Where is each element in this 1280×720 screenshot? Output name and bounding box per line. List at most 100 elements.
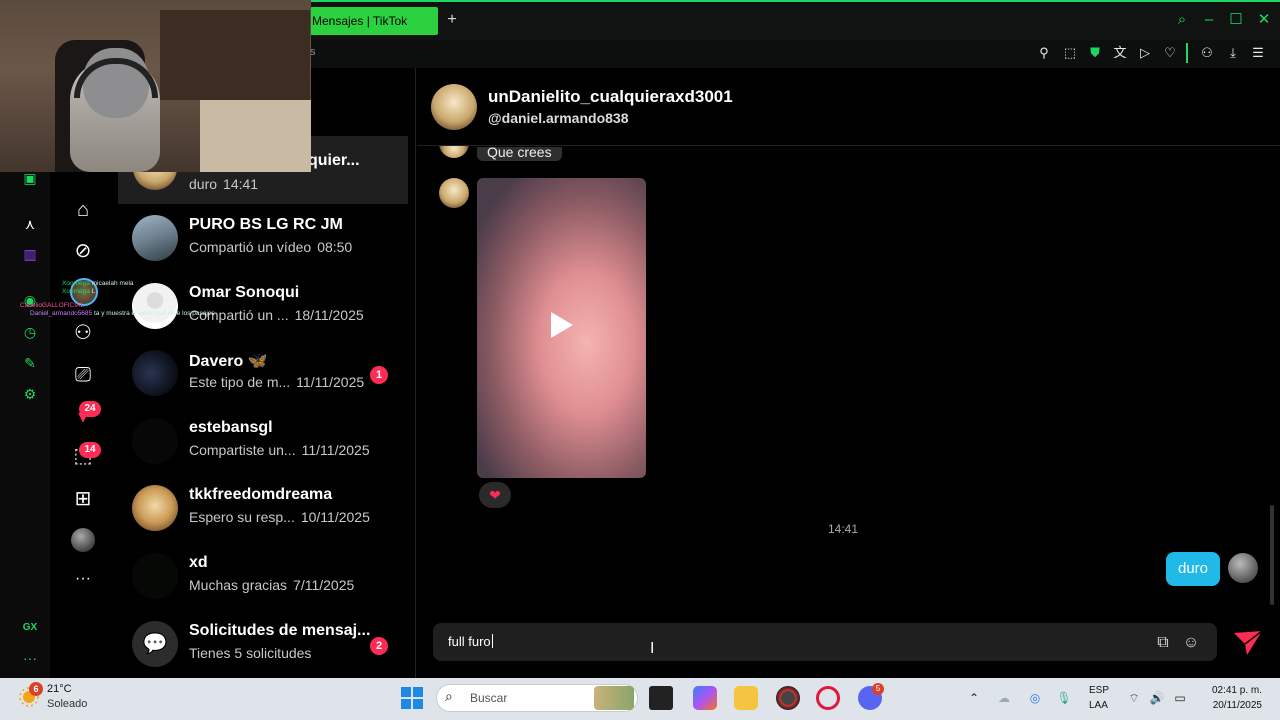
search-highlight-icon[interactable] <box>594 686 634 710</box>
conversation-name: tkkfreedomdreama <box>189 486 333 503</box>
message-input[interactable] <box>433 623 1217 661</box>
minimize-icon[interactable]: – <box>1199 10 1219 30</box>
conversation-name: estebansgl <box>189 419 273 436</box>
keyboard-layout[interactable]: LAA <box>1089 700 1108 711</box>
heart-reaction[interactable]: ❤ <box>479 482 511 508</box>
tab-accent-line <box>310 0 1280 2</box>
account-icon[interactable]: ⚇ <box>1197 43 1217 63</box>
new-tab-button[interactable]: + <box>444 10 460 30</box>
my-avatar[interactable] <box>1228 553 1258 583</box>
sidebar-app-icon[interactable]: ⋏ <box>20 214 40 234</box>
conversation-avatar <box>132 215 178 261</box>
webcam-overlay <box>0 0 311 172</box>
incoming-message: Que crees <box>477 147 562 161</box>
home-icon[interactable]: ⌂ <box>70 197 96 223</box>
profile-avatar[interactable] <box>71 528 95 552</box>
upload-icon[interactable]: ⊞ <box>70 486 96 512</box>
tray-overflow-icon[interactable]: ⌃ <box>965 689 983 707</box>
conversation-item[interactable]: Davero 🦋 Este tipo de m... 11/11/2025 1 <box>118 339 408 407</box>
taskbar-search-placeholder[interactable]: Buscar <box>470 691 507 705</box>
text-cursor-icon: I <box>650 640 655 657</box>
image-upload-icon[interactable]: ⧉ <box>1152 632 1174 654</box>
conversation-preview: Compartiste un... 11/11/2025 <box>189 442 370 458</box>
messages-badge: 14 <box>79 442 101 458</box>
conversation-name: xd <box>189 554 208 571</box>
search-icon: ⌕ <box>445 688 453 704</box>
file-explorer-icon[interactable] <box>734 686 758 710</box>
conversation-avatar <box>132 553 178 599</box>
wifi-icon[interactable]: ⌔ <box>1125 689 1143 707</box>
tray-cloud-icon[interactable]: ☁ <box>995 689 1013 707</box>
conversation-item[interactable]: estebansgl Compartiste un... 11/11/2025 <box>118 407 408 475</box>
discord-badge: 5 <box>872 683 884 695</box>
copilot-icon[interactable] <box>693 686 717 710</box>
download-icon[interactable]: ⤓ <box>1223 43 1243 63</box>
message-timestamp: 14:41 <box>827 522 859 536</box>
toolbar-divider <box>1186 43 1188 63</box>
message-input-value[interactable]: full furo <box>448 634 493 649</box>
live-tv-icon[interactable]: ⎚ <box>70 362 96 388</box>
message-requests-item[interactable]: 💬 Solicitudes de mensaj... Tienes 5 soli… <box>118 610 408 678</box>
activity-badge: 24 <box>79 401 101 417</box>
conversation-item[interactable]: PURO BS LG RC JM Compartió un vídeo 08:50 <box>118 204 408 272</box>
stream-chat-overlay: Xoomega micaelah mela Xoomega L CanelioG… <box>20 280 215 317</box>
more-icon[interactable]: ··· <box>70 566 96 592</box>
translate-icon[interactable]: 文 <box>1110 43 1130 63</box>
conversation-avatar <box>132 485 178 531</box>
webcam-background <box>160 10 310 100</box>
extensions-icon[interactable]: ✎ <box>20 353 40 373</box>
sidebar-more-icon[interactable]: ··· <box>20 648 40 668</box>
task-view-icon[interactable] <box>649 686 673 710</box>
weather-temperature[interactable]: 21°C <box>47 683 72 695</box>
chat-header <box>417 68 1280 146</box>
weather-condition[interactable]: Soleado <box>47 698 87 710</box>
conversation-avatar <box>132 350 178 396</box>
conversation-name: Solicitudes de mensaj... <box>189 622 371 639</box>
message-avatar[interactable] <box>439 178 469 208</box>
conversation-item[interactable]: tkkfreedomdreama Espero su resp... 10/11/… <box>118 474 408 542</box>
conversation-preview: Muchas gracias 7/11/2025 <box>189 577 355 593</box>
menu-icon[interactable]: ☰ <box>1248 43 1268 63</box>
chat-contact-handle[interactable]: @daniel.armando838 <box>488 110 628 126</box>
tab-tiktok-messages[interactable]: Mensajes | TikTok <box>310 7 438 35</box>
conversation-name: Davero 🦋 <box>189 353 268 370</box>
text-caret <box>491 634 493 648</box>
weather-badge: 6 <box>29 682 43 696</box>
search-tabs-icon[interactable]: ⌕ <box>1172 10 1192 30</box>
pin-icon[interactable]: ⚲ <box>1034 43 1054 63</box>
tray-app-icon[interactable]: ◎ <box>1026 689 1044 707</box>
conversation-avatar <box>132 418 178 464</box>
send-icon[interactable] <box>1233 629 1263 657</box>
obs-icon[interactable] <box>776 686 800 710</box>
shield-icon[interactable]: ⛊ <box>1085 43 1105 63</box>
microphone-icon[interactable]: 🎙 <box>1055 689 1073 707</box>
settings-gear-icon[interactable]: ⚙ <box>20 384 40 404</box>
conversation-item[interactable]: xd Muchas gracias 7/11/2025 <box>118 542 408 610</box>
opera-gx-icon[interactable] <box>816 686 840 710</box>
unread-badge: 1 <box>370 366 388 384</box>
clock-date[interactable]: 20/11/2025 <box>1198 700 1262 711</box>
conversation-preview: Espero su resp... 10/11/2025 <box>189 509 370 525</box>
message-requests-icon: 💬 <box>132 621 178 667</box>
emoji-icon[interactable]: ☺ <box>1180 632 1202 654</box>
play-icon[interactable]: ▷ <box>1135 43 1155 63</box>
gx-label[interactable]: GX <box>20 618 40 638</box>
clock-time[interactable]: 02:41 p. m. <box>1198 685 1262 696</box>
outgoing-message: duro <box>1166 552 1220 586</box>
chat-contact-name[interactable]: unDanielito_cualquieraxd3001 <box>488 87 733 107</box>
chat-scrollbar[interactable] <box>1270 505 1274 605</box>
windows-start-icon[interactable] <box>401 687 423 709</box>
battery-icon[interactable]: ▭ <box>1171 689 1189 707</box>
conversation-preview: Este tipo de m... 11/11/2025 <box>189 374 365 390</box>
conversation-preview: Compartió un vídeo 08:50 <box>189 239 353 255</box>
heart-icon[interactable]: ♡ <box>1160 43 1180 63</box>
maximize-icon[interactable]: ☐ <box>1226 10 1246 30</box>
explore-compass-icon[interactable]: ⊘ <box>70 238 96 264</box>
volume-icon[interactable]: 🔊 <box>1148 689 1166 707</box>
snapshot-icon[interactable]: ⬚ <box>1060 43 1080 63</box>
language-code[interactable]: ESP <box>1089 685 1109 696</box>
chat-header-avatar[interactable] <box>431 84 477 130</box>
close-icon[interactable]: ✕ <box>1254 10 1274 30</box>
twitch-icon[interactable]: ▥ <box>20 244 40 264</box>
play-icon[interactable] <box>551 312 573 338</box>
